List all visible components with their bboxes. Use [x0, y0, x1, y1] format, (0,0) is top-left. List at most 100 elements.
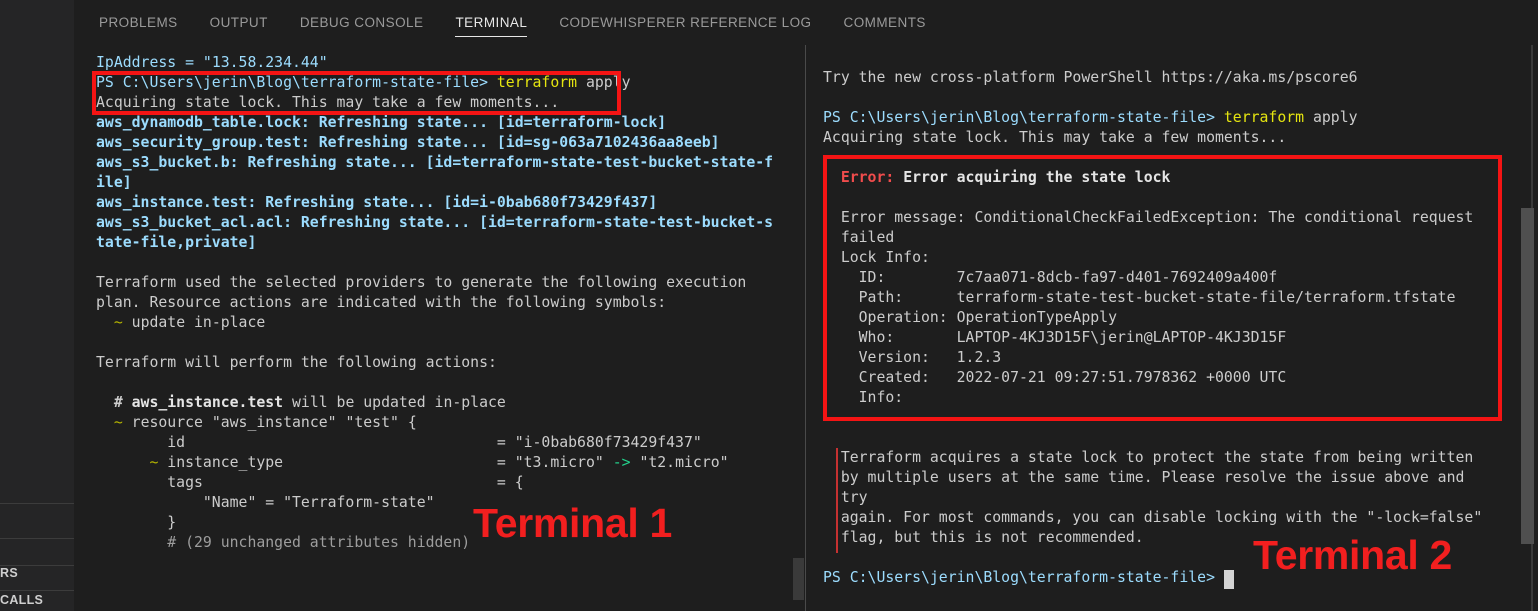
- terminal-text: terraform: [1224, 109, 1304, 126]
- tab-output[interactable]: OUTPUT: [210, 0, 268, 45]
- terminal-text: "Name" = "Terraform-state": [96, 494, 435, 511]
- terminal-line: Try the new cross-platform PowerShell ht…: [823, 68, 1482, 88]
- terminal-text: apply: [577, 74, 630, 91]
- terminal-text: instance_type = "t3.micro": [158, 454, 612, 471]
- terminal-text: aws_dynamodb_table.lock: Refreshing stat…: [96, 114, 666, 131]
- terminal-text: id = "i-0bab680f73429f437": [96, 434, 702, 451]
- terminal-text: plan. Resource actions are indicated wit…: [96, 294, 666, 311]
- sidebar-item-registers[interactable]: RS: [0, 566, 18, 580]
- terminal-line: ~ instance_type = "t3.micro" -> "t2.micr…: [96, 453, 773, 473]
- terminal-line: [823, 88, 1482, 108]
- terminal-text: again. For most commands, you can disabl…: [823, 509, 1482, 526]
- terminal-line: try: [823, 488, 1482, 508]
- terminal-line: aws_s3_bucket.b: Refreshing state... [id…: [96, 153, 773, 173]
- terminal-text: }: [96, 514, 176, 531]
- terminal-line: failed: [823, 228, 1482, 248]
- annotation-terminal-1: Terminal 1: [473, 500, 672, 547]
- terminal-2-cursor: [1224, 570, 1234, 589]
- terminal-line: # aws_instance.test will be updated in-p…: [96, 393, 773, 413]
- terminal-text: by multiple users at the same time. Plea…: [823, 469, 1464, 486]
- terminal-text: resource "aws_instance" "test" {: [123, 414, 417, 431]
- tab-problems[interactable]: PROBLEMS: [99, 0, 178, 45]
- terminal-line: ile]: [96, 173, 773, 193]
- terminal-line: Error message: ConditionalCheckFailedExc…: [823, 208, 1482, 228]
- terminal-text: ile]: [96, 174, 132, 191]
- terminal-line: plan. Resource actions are indicated wit…: [96, 293, 773, 313]
- terminal-pane-2[interactable]: Try the new cross-platform PowerShell ht…: [806, 45, 1538, 611]
- terminal-line: PS C:\Users\jerin\Blog\terraform-state-f…: [823, 108, 1482, 128]
- panel-tabbar: PROBLEMS OUTPUT DEBUG CONSOLE TERMINAL CODEW…: [74, 0, 1538, 45]
- terminal-pane-1[interactable]: IpAddress = "13.58.234.44"PS C:\Users\je…: [74, 45, 805, 611]
- terminal-line: id = "i-0bab680f73429f437": [96, 433, 773, 453]
- sidebar-item-calls[interactable]: CALLS: [0, 593, 43, 607]
- terminal-text: Created: 2022-07-21 09:27:51.7978362 +00…: [823, 369, 1286, 386]
- sidebar-divider-2: [0, 538, 74, 539]
- terminal-text: Try the new cross-platform PowerShell ht…: [823, 69, 1358, 86]
- terminal-line: IpAddress = "13.58.234.44": [96, 53, 773, 73]
- terminal-text: [96, 414, 114, 431]
- terminal-text: try: [823, 489, 868, 506]
- terminal-text: Lock Info:: [823, 249, 930, 266]
- terminal-line: Terraform acquires a state lock to prote…: [823, 448, 1482, 468]
- terminal-text: [96, 454, 149, 471]
- terminal-text: PS C:\Users\jerin\Blog\terraform-state-f…: [96, 74, 497, 91]
- terminal-line: aws_security_group.test: Refreshing stat…: [96, 133, 773, 153]
- terminal-text: Acquiring state lock. This may take a fe…: [96, 94, 559, 111]
- terminal-line: tags = {: [96, 473, 773, 493]
- terminal-line: ~ resource "aws_instance" "test" {: [96, 413, 773, 433]
- terminal-line: aws_instance.test: Refreshing state... […: [96, 193, 773, 213]
- terminal-line: Info:: [823, 388, 1482, 408]
- terminal-text: PS C:\Users\jerin\Blog\terraform-state-f…: [823, 109, 1224, 126]
- terminal-text: will be updated in-place: [283, 394, 506, 411]
- terminal-text: "13.58.234.44": [203, 54, 328, 71]
- terminal-text: failed: [823, 229, 894, 246]
- terminal-line: aws_dynamodb_table.lock: Refreshing stat…: [96, 113, 773, 133]
- terminal-text: "t2.micro": [631, 454, 729, 471]
- scrollbar-thumb-terminal-1[interactable]: [793, 558, 804, 600]
- terminal-line: Operation: OperationTypeApply: [823, 308, 1482, 328]
- terminal-line: Path: terraform-state-test-bucket-state-…: [823, 288, 1482, 308]
- terminal-text: tags = {: [96, 474, 524, 491]
- terminal-line: [823, 408, 1482, 428]
- terminal-line: [823, 188, 1482, 208]
- terminal-line: by multiple users at the same time. Plea…: [823, 468, 1482, 488]
- terminal-text: apply: [1304, 109, 1357, 126]
- terminal-line: Acquiring state lock. This may take a fe…: [96, 93, 773, 113]
- terminal-text: [823, 169, 841, 186]
- tab-comments[interactable]: COMMENTS: [844, 0, 926, 45]
- panel-tab-list: PROBLEMS OUTPUT DEBUG CONSOLE TERMINAL CODEW…: [74, 0, 958, 45]
- terminal-line: Who: LAPTOP-4KJ3D15F\jerin@LAPTOP-4KJ3D1…: [823, 328, 1482, 348]
- terminal-text: #: [96, 394, 132, 411]
- terminal-line: ID: 7c7aa071-8dcb-fa97-d401-7692409a400f: [823, 268, 1482, 288]
- terminal-text: Terraform acquires a state lock to prote…: [823, 449, 1473, 466]
- terminal-text: Error message: ConditionalCheckFailedExc…: [823, 209, 1473, 226]
- terminal-text: flag, but this is not recommended.: [823, 529, 1144, 546]
- terminal-line: Error: Error acquiring the state lock: [823, 168, 1482, 188]
- terminal-text: Error:: [841, 169, 903, 186]
- debug-sidebar: RS CALLS: [0, 0, 74, 611]
- terminal-text: aws_s3_bucket_acl.acl: Refreshing state.…: [96, 214, 773, 231]
- terminal-text: Version: 1.2.3: [823, 349, 1001, 366]
- tab-debug-console[interactable]: DEBUG CONSOLE: [300, 0, 424, 45]
- terminal-text: tate-file,private]: [96, 234, 256, 251]
- terminal-text: terraform: [497, 74, 577, 91]
- terminal-line: Version: 1.2.3: [823, 348, 1482, 368]
- tab-terminal[interactable]: TERMINAL: [455, 0, 527, 45]
- terminal-1-output: IpAddress = "13.58.234.44"PS C:\Users\je…: [96, 53, 773, 553]
- terminal-line: [96, 333, 773, 353]
- scrollbar-thumb-terminal-2[interactable]: [1521, 208, 1534, 544]
- tab-codewhisperer-reference-log[interactable]: CODEWHISPERER REFERENCE LOG: [559, 0, 811, 45]
- terminal-line: ~ update in-place: [96, 313, 773, 333]
- terminal-text: [96, 314, 114, 331]
- terminal-line: aws_s3_bucket_acl.acl: Refreshing state.…: [96, 213, 773, 233]
- terminal-text: ID: 7c7aa071-8dcb-fa97-d401-7692409a400f: [823, 269, 1277, 286]
- vscode-panel-root: RS CALLS PROBLEMS OUTPUT DEBUG CONSOLE TERM…: [0, 0, 1538, 611]
- terminal-text: aws_s3_bucket.b: Refreshing state... [id…: [96, 154, 773, 171]
- terminal-line: tate-file,private]: [96, 233, 773, 253]
- terminal-text: Path: terraform-state-test-bucket-state-…: [823, 289, 1456, 306]
- terminal-line: Terraform used the selected providers to…: [96, 273, 773, 293]
- terminal-text: Terraform will perform the following act…: [96, 354, 497, 371]
- terminal-text: Info:: [823, 389, 903, 406]
- terminal-text: # (29 unchanged attributes hidden): [96, 534, 470, 551]
- terminal-text: Operation: OperationTypeApply: [823, 309, 1117, 326]
